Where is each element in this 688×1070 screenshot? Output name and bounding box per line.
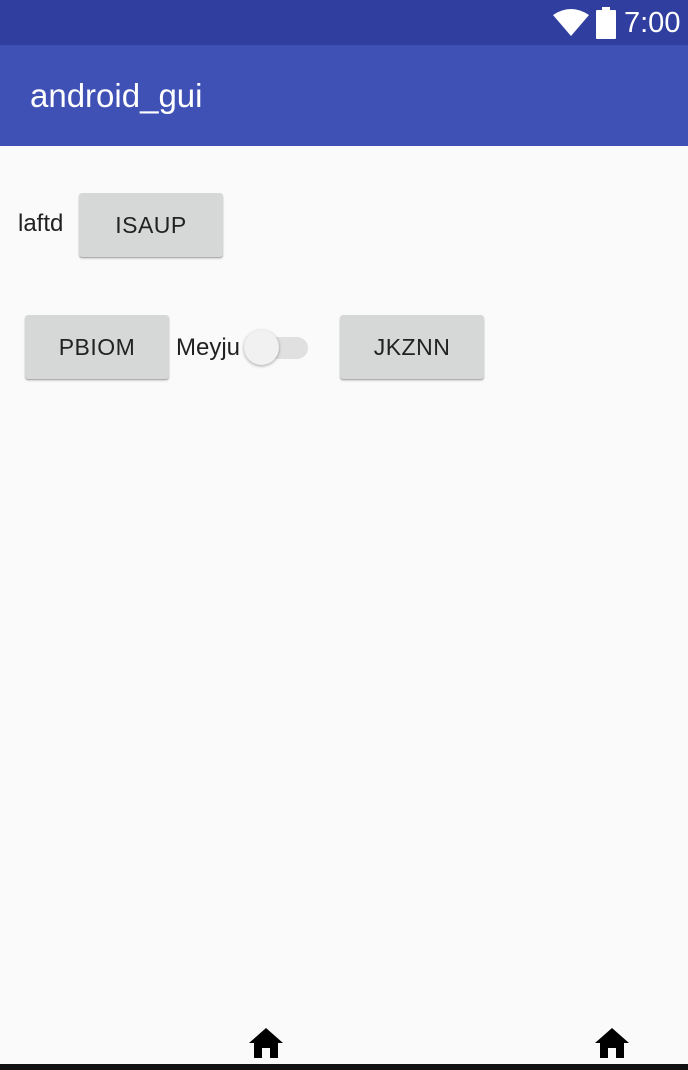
screen: 7:00 android_gui laftd ISAUP PBIOM Meyju… bbox=[0, 0, 688, 1070]
switch-thumb bbox=[244, 330, 279, 365]
jkznn-button[interactable]: JKZNN bbox=[340, 315, 484, 379]
isaup-button[interactable]: ISAUP bbox=[79, 193, 223, 257]
meyju-switch[interactable] bbox=[244, 330, 310, 366]
nav-bar bbox=[0, 1012, 688, 1070]
status-bar: 7:00 bbox=[0, 0, 688, 45]
nav-bar-line bbox=[0, 1064, 688, 1070]
switch-label: Meyju bbox=[176, 334, 241, 361]
pbiom-button[interactable]: PBIOM bbox=[25, 315, 169, 379]
status-time: 7:00 bbox=[624, 7, 681, 39]
label-laftd: laftd bbox=[18, 210, 64, 237]
app-title: android_gui bbox=[30, 77, 203, 114]
home-icon[interactable] bbox=[594, 1027, 630, 1059]
wifi-icon bbox=[553, 9, 589, 36]
home-icon[interactable] bbox=[248, 1027, 284, 1059]
battery-icon bbox=[596, 7, 616, 39]
